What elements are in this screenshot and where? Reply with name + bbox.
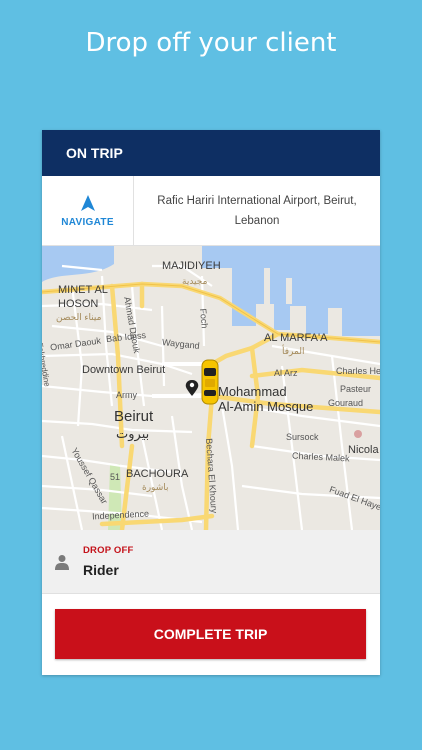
map-label-majidiyeh-ar: مجيدية: [182, 276, 208, 286]
map-label-pasteur: Pasteur: [340, 384, 372, 394]
navigation-arrow-icon: [80, 194, 95, 211]
navigate-label: NAVIGATE: [61, 216, 114, 228]
promo-headline: Drop off your client: [85, 28, 337, 58]
map-label-nicola: Nicola: [348, 444, 379, 456]
map-label-bachoura-ar: باشورة: [142, 482, 169, 492]
map-label-beirut: Beirut: [114, 408, 154, 425]
destination-address: Rafic Hariri International Airport, Beir…: [157, 194, 357, 227]
map-label-bachoura: BACHOURA: [126, 468, 189, 480]
taxi-car-icon: [201, 359, 219, 405]
map-label-al-marfaa: AL MARFA'A: [264, 332, 328, 344]
map-label-gouraud: Gouraud: [328, 398, 364, 408]
map-label-mosque: Al-Amin Mosque: [218, 399, 314, 414]
navigate-button[interactable]: NAVIGATE: [42, 176, 134, 246]
complete-trip-button[interactable]: COMPLETE TRIP: [55, 609, 366, 659]
trip-status-bar: ON TRIP: [42, 130, 380, 176]
trip-map[interactable]: MAJIDIYEH مجيدية MINET AL HOSON ميناء ال…: [42, 246, 380, 530]
dropoff-label: DROP OFF: [83, 545, 134, 556]
map-label-charles-helou: Charles Helou: [336, 366, 380, 376]
map-label-mohammad: Mohammad: [218, 384, 287, 399]
map-label-foch: Foch: [198, 308, 210, 329]
map-label-beirut-ar: بيروت: [116, 426, 150, 441]
map-label-army: Army: [116, 390, 137, 400]
map-label-majidiyeh: MAJIDIYEH: [162, 260, 221, 272]
map-label-al-marfaa-ar: المرفأ: [282, 346, 305, 356]
map-label-hoson: HOSON: [58, 298, 99, 310]
map-label-al-arz: Al Arz: [274, 368, 298, 378]
rider-name: Rider: [83, 562, 119, 578]
dropoff-panel: DROP OFF Rider: [42, 530, 380, 594]
map-label-sursock: Sursock: [286, 432, 319, 442]
person-icon: [55, 554, 69, 570]
map-label-route-51: 51: [110, 472, 121, 482]
destination-row: NAVIGATE Rafic Hariri International Airp…: [42, 176, 380, 246]
map-label-downtown: Downtown Beirut: [82, 364, 166, 376]
map-label-minet-ar: ميناء الحصن: [56, 312, 102, 322]
app-screen: ON TRIP NAVIGATE Rafic Hariri Internatio…: [42, 130, 380, 675]
map-label-minet-al: MINET AL: [58, 284, 108, 296]
